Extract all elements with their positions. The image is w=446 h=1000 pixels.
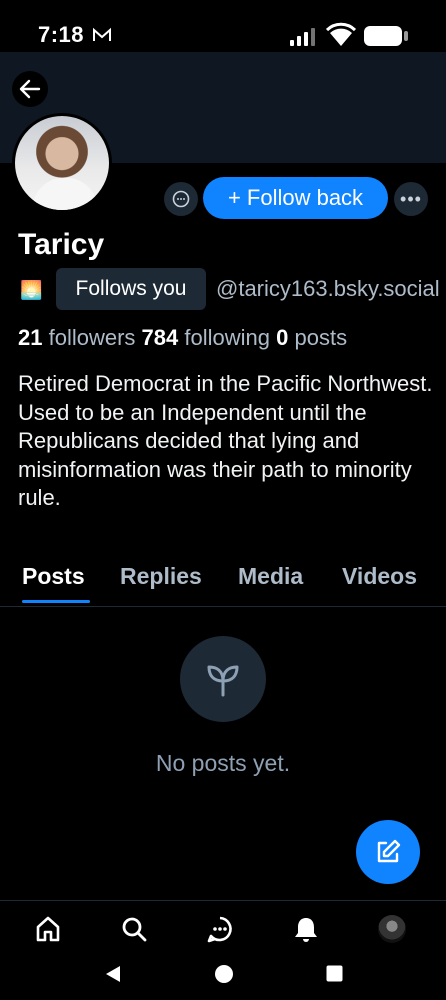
battery-icon <box>364 26 402 46</box>
nav-profile[interactable] <box>376 913 408 945</box>
message-button[interactable] <box>164 182 198 216</box>
battery-tip <box>404 31 408 41</box>
bell-icon <box>295 918 317 942</box>
nav-notifications[interactable] <box>290 913 322 945</box>
display-name: Taricy <box>18 228 105 261</box>
more-options-button[interactable]: ••• <box>394 182 428 216</box>
avatar-figure <box>33 178 97 210</box>
chat-icon <box>207 916 232 943</box>
signal-icon <box>290 28 315 46</box>
followers-count: 21 <box>18 325 43 350</box>
posts-count: 0 <box>276 325 289 350</box>
home-circle-icon[interactable] <box>214 964 234 984</box>
compose-button[interactable] <box>356 820 420 884</box>
bottom-navigation <box>0 900 446 956</box>
sunrise-icon: 🌅 <box>20 280 43 300</box>
mail-icon <box>93 27 111 41</box>
wifi-icon <box>326 22 356 46</box>
posts-label: posts <box>294 325 348 350</box>
home-icon <box>36 916 60 942</box>
posts-stat: 0 posts <box>276 325 347 350</box>
profile-handle[interactable]: @taricy163.bsky.social <box>216 276 446 302</box>
sprout-icon <box>207 665 239 697</box>
back-triangle-icon[interactable] <box>104 965 122 983</box>
followers-link[interactable]: 21 followers <box>18 325 135 350</box>
follows-you-badge: Follows you <box>56 268 206 310</box>
ellipsis-icon: ••• <box>400 188 422 209</box>
back-button[interactable] <box>12 71 48 107</box>
nav-search[interactable] <box>118 913 150 945</box>
empty-state-icon-circle <box>180 636 266 722</box>
nav-chat[interactable] <box>204 913 236 945</box>
active-tab-indicator <box>22 600 90 603</box>
following-label: following <box>184 325 270 350</box>
following-count: 784 <box>141 325 179 350</box>
compose-icon <box>377 839 401 863</box>
recents-square-icon[interactable] <box>326 965 343 982</box>
profile-stats: 21 followers 784 following 0 posts <box>18 325 347 351</box>
arrow-left-icon <box>19 79 41 99</box>
search-icon <box>122 917 147 942</box>
system-navigation <box>0 955 446 1000</box>
tab-replies[interactable]: Replies <box>120 563 202 590</box>
follow-back-button[interactable]: + Follow back <box>203 177 388 219</box>
status-time: 7:18 <box>38 22 85 47</box>
chat-icon <box>172 190 190 208</box>
nav-home[interactable] <box>32 913 64 945</box>
tab-videos[interactable]: Videos <box>342 563 417 590</box>
tab-posts[interactable]: Posts <box>22 563 85 590</box>
following-link[interactable]: 784 following <box>142 325 270 350</box>
empty-state-text: No posts yet. <box>155 750 291 776</box>
tab-media[interactable]: Media <box>238 563 303 590</box>
avatar <box>378 915 406 943</box>
followers-label: followers <box>48 325 136 350</box>
profile-avatar[interactable] <box>12 113 112 213</box>
profile-bio: Retired Democrat in the Pacific Northwes… <box>18 371 433 511</box>
